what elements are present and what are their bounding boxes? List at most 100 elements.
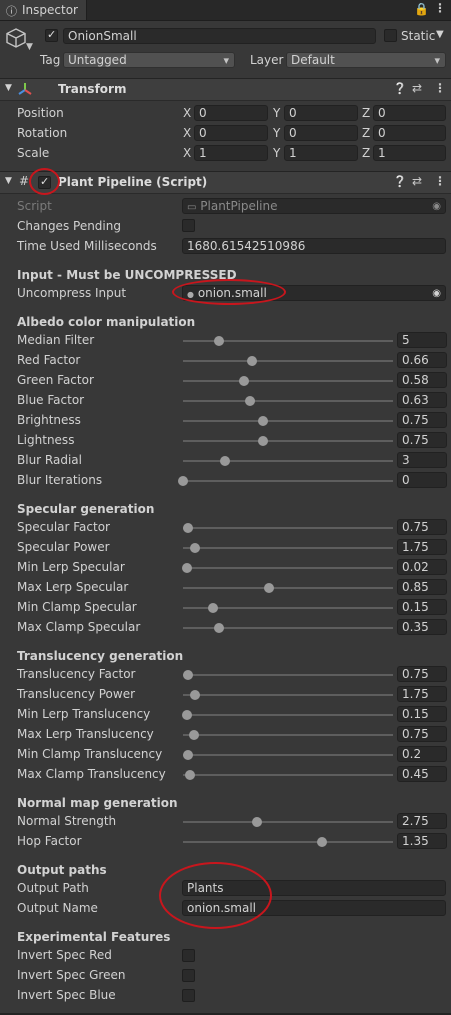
experimental-checkbox[interactable] <box>182 969 195 982</box>
slider-value-field[interactable]: 1.35 <box>397 833 447 849</box>
slider-track[interactable] <box>183 440 393 442</box>
slider-track[interactable] <box>183 714 393 716</box>
slider-thumb[interactable] <box>178 476 188 486</box>
slider-value-field[interactable]: 0.63 <box>397 392 447 408</box>
transform-x-field[interactable]: 1 <box>194 145 268 161</box>
slider-track[interactable] <box>183 567 393 569</box>
plant-pipeline-header[interactable]: ▼ # Plant Pipeline (Script) ❔ ⇄ ⋮ <box>0 171 451 194</box>
foldout-arrow-icon[interactable]: ▼ <box>5 83 12 93</box>
slider-value-field[interactable]: 0.85 <box>397 579 447 595</box>
slider-value-field[interactable]: 0.15 <box>397 599 447 615</box>
slider-value-field[interactable]: 0.75 <box>397 666 447 682</box>
transform-z-field[interactable]: 1 <box>373 145 446 161</box>
transform-header[interactable]: ▼ Transform ❔ ⇄ ⋮ <box>0 78 451 101</box>
slider-value-field[interactable]: 0.2 <box>397 746 447 762</box>
slider-thumb[interactable] <box>257 416 268 426</box>
presets-icon[interactable]: ⇄ <box>412 174 422 188</box>
slider-thumb[interactable] <box>183 750 194 760</box>
slider-track[interactable] <box>183 821 393 823</box>
slider-track[interactable] <box>183 694 393 696</box>
icon-dropdown-arrow-icon[interactable]: ▼ <box>26 42 33 52</box>
slider-track[interactable] <box>183 547 393 549</box>
slider-track[interactable] <box>183 380 393 382</box>
slider-track[interactable] <box>183 400 393 402</box>
slider-track[interactable] <box>183 420 393 422</box>
slider-thumb[interactable] <box>213 336 224 346</box>
slider-value-field[interactable]: 3 <box>397 452 447 468</box>
active-checkbox[interactable] <box>45 28 58 42</box>
slider-value-field[interactable]: 0.45 <box>397 766 447 782</box>
slider-value-field[interactable]: 0.75 <box>397 432 447 448</box>
slider-track[interactable] <box>183 527 393 529</box>
slider-thumb[interactable] <box>189 690 200 700</box>
slider-track[interactable] <box>183 841 393 843</box>
slider-value-field[interactable]: 0.02 <box>397 559 447 575</box>
slider-thumb[interactable] <box>182 710 193 720</box>
static-dropdown-icon[interactable]: ▼ <box>436 29 444 40</box>
slider-label: Blur Iterations <box>17 473 103 487</box>
tag-dropdown[interactable]: Untagged <box>63 52 235 68</box>
foldout-arrow-icon[interactable]: ▼ <box>5 176 12 186</box>
kebab-menu-icon[interactable]: ⋮ <box>434 1 446 15</box>
slider-thumb[interactable] <box>238 376 249 386</box>
slider-track[interactable] <box>183 480 393 482</box>
slider-value-field[interactable]: 0.35 <box>397 619 447 635</box>
slider-track[interactable] <box>183 674 393 676</box>
experimental-checkbox[interactable] <box>182 949 195 962</box>
slider-thumb[interactable] <box>245 396 256 406</box>
slider-track[interactable] <box>183 587 393 589</box>
transform-y-field[interactable]: 1 <box>284 145 358 161</box>
slider-value-field[interactable]: 0.15 <box>397 706 447 722</box>
help-icon[interactable]: ❔ <box>393 175 407 188</box>
slider-track[interactable] <box>183 774 393 776</box>
slider-value-field[interactable]: 5 <box>397 332 447 348</box>
slider-track[interactable] <box>183 460 393 462</box>
slider-thumb[interactable] <box>185 770 196 780</box>
changes-pending-checkbox[interactable] <box>182 219 195 232</box>
transform-x-field[interactable]: 0 <box>194 125 268 141</box>
object-picker-icon[interactable]: ◉ <box>432 286 441 300</box>
static-checkbox[interactable] <box>384 29 397 42</box>
slider-thumb[interactable] <box>257 436 268 446</box>
slider-thumb[interactable] <box>183 523 194 533</box>
slider-value-field[interactable]: 0.58 <box>397 372 447 388</box>
slider-thumb[interactable] <box>183 670 194 680</box>
slider-thumb[interactable] <box>251 817 262 827</box>
lock-icon[interactable]: 🔒 <box>414 2 429 16</box>
layer-dropdown[interactable]: Default <box>286 52 446 68</box>
transform-y-field[interactable]: 0 <box>284 125 358 141</box>
transform-z-field[interactable]: 0 <box>373 125 446 141</box>
slider-track[interactable] <box>183 754 393 756</box>
slider-track[interactable] <box>183 734 393 736</box>
experimental-checkbox[interactable] <box>182 989 195 1002</box>
slider-value-field[interactable]: 1.75 <box>397 539 447 555</box>
slider-value-field[interactable]: 0.75 <box>397 519 447 535</box>
slider-thumb[interactable] <box>189 543 200 553</box>
slider-thumb[interactable] <box>316 837 327 847</box>
slider-value-field[interactable]: 0.75 <box>397 726 447 742</box>
slider-thumb[interactable] <box>182 563 193 573</box>
presets-icon[interactable]: ⇄ <box>412 81 422 95</box>
component-menu-icon[interactable]: ⋮ <box>434 81 446 95</box>
slider-thumb[interactable] <box>213 623 224 633</box>
slider-value-field[interactable]: 0 <box>397 472 447 488</box>
slider-value-field[interactable]: 0.66 <box>397 352 447 368</box>
transform-y-field[interactable]: 0 <box>284 105 358 121</box>
slider-thumb[interactable] <box>247 356 258 366</box>
help-icon[interactable]: ❔ <box>393 82 407 95</box>
slider-thumb[interactable] <box>264 583 275 593</box>
transform-z-field[interactable]: 0 <box>373 105 446 121</box>
time-used-field[interactable]: 1680.61542510986 <box>182 238 446 254</box>
component-menu-icon[interactable]: ⋮ <box>434 174 446 188</box>
transform-x-field[interactable]: 0 <box>194 105 268 121</box>
slider-value-field[interactable]: 2.75 <box>397 813 447 829</box>
object-name-field[interactable]: OnionSmall <box>63 28 376 44</box>
script-label: Script <box>17 199 52 213</box>
slider-value-field[interactable]: 1.75 <box>397 686 447 702</box>
slider-thumb[interactable] <box>188 730 199 740</box>
slider-thumb[interactable] <box>208 603 219 613</box>
slider-thumb[interactable] <box>220 456 230 466</box>
slider-track[interactable] <box>183 360 393 362</box>
slider-value-field[interactable]: 0.75 <box>397 412 447 428</box>
inspector-tab[interactable]: ⓘ Inspector <box>0 0 87 20</box>
